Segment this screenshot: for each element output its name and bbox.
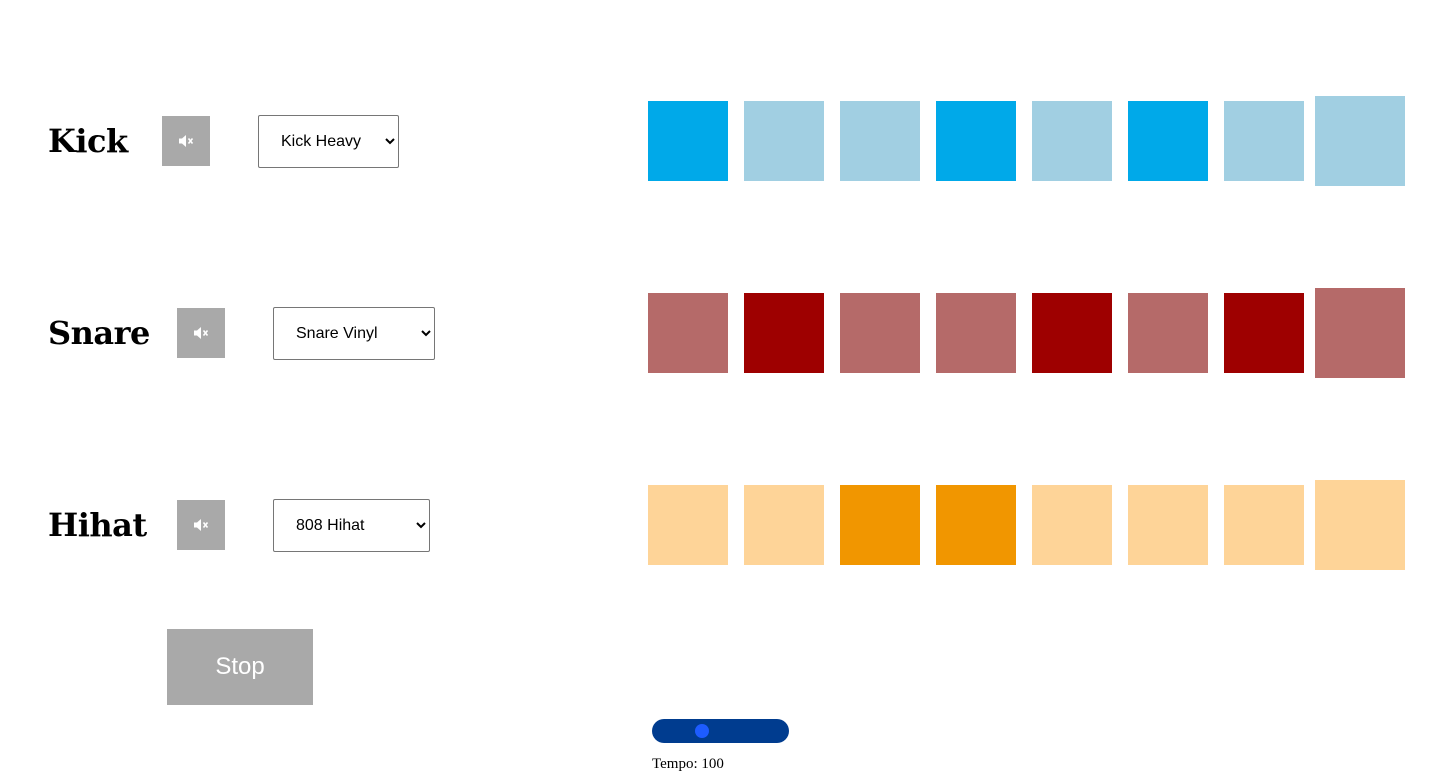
speaker-muted-icon <box>194 327 209 339</box>
step-pad-kick-6[interactable] <box>1128 101 1208 181</box>
step-pad-kick-2[interactable] <box>744 101 824 181</box>
track-name-kick: Kick <box>48 122 128 160</box>
step-pad-snare-8[interactable] <box>1315 288 1405 378</box>
step-pad-snare-3[interactable] <box>840 293 920 373</box>
speaker-muted-icon <box>179 135 194 147</box>
mute-button-snare[interactable] <box>177 308 225 358</box>
tempo-label: Tempo: 100 <box>652 756 724 772</box>
sample-select-kick[interactable]: Kick Heavy <box>258 115 399 168</box>
mute-button-kick[interactable] <box>162 116 210 166</box>
step-pad-kick-8[interactable] <box>1315 96 1405 186</box>
step-pad-snare-4[interactable] <box>936 293 1016 373</box>
track-name-hihat: Hihat <box>48 506 147 544</box>
step-pad-hihat-8[interactable] <box>1315 480 1405 570</box>
step-pad-hihat-4[interactable] <box>936 485 1016 565</box>
track-name-snare: Snare <box>48 314 150 352</box>
step-pad-hihat-5[interactable] <box>1032 485 1112 565</box>
step-pad-snare-5[interactable] <box>1032 293 1112 373</box>
step-pad-kick-7[interactable] <box>1224 101 1304 181</box>
mute-button-hihat[interactable] <box>177 500 225 550</box>
step-pad-kick-1[interactable] <box>648 101 728 181</box>
step-pad-kick-3[interactable] <box>840 101 920 181</box>
speaker-muted-icon <box>194 519 209 531</box>
step-pad-kick-4[interactable] <box>936 101 1016 181</box>
step-pad-hihat-6[interactable] <box>1128 485 1208 565</box>
step-pad-snare-2[interactable] <box>744 293 824 373</box>
tempo-slider[interactable] <box>652 719 789 743</box>
stop-button[interactable]: Stop <box>167 629 313 705</box>
step-pad-snare-6[interactable] <box>1128 293 1208 373</box>
step-pad-hihat-1[interactable] <box>648 485 728 565</box>
step-pad-hihat-2[interactable] <box>744 485 824 565</box>
sample-select-snare[interactable]: Snare Vinyl <box>273 307 435 360</box>
tempo-slider-thumb[interactable] <box>695 724 710 738</box>
step-pad-hihat-3[interactable] <box>840 485 920 565</box>
sample-select-hihat[interactable]: 808 Hihat <box>273 499 430 552</box>
step-pad-kick-5[interactable] <box>1032 101 1112 181</box>
step-pad-hihat-7[interactable] <box>1224 485 1304 565</box>
step-pad-snare-7[interactable] <box>1224 293 1304 373</box>
step-pad-snare-1[interactable] <box>648 293 728 373</box>
